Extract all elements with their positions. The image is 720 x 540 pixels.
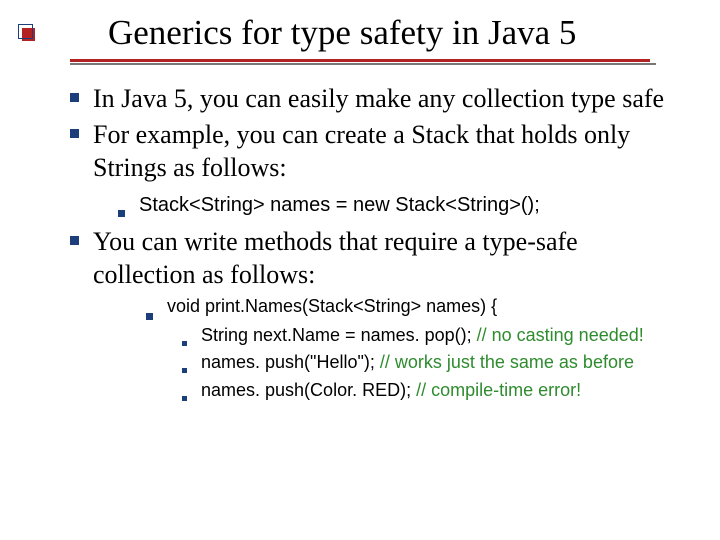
bullet-text: You can write methods that require a typ…: [93, 226, 680, 291]
code-comment: // works just the same as before: [380, 352, 634, 372]
code-text: void print.Names(Stack<String> names) {: [167, 295, 497, 318]
bullet-level1: For example, you can create a Stack that…: [70, 119, 680, 184]
code-text: Stack<String> names = new Stack<String>(…: [139, 192, 540, 218]
slide-title: Generics for type safety in Java 5: [108, 14, 690, 53]
code-text: names. push(Color. RED);: [201, 380, 416, 400]
code-line: String next.Name = names. pop(); // no c…: [201, 324, 644, 347]
code-line: names. push(Color. RED); // compile-time…: [201, 379, 581, 402]
square-bullet-icon: [182, 361, 187, 373]
code-comment: // no casting needed!: [477, 325, 644, 345]
code-text: names. push("Hello");: [201, 352, 380, 372]
bullet-level1: In Java 5, you can easily make any colle…: [70, 83, 680, 116]
code-line: names. push("Hello"); // works just the …: [201, 351, 634, 374]
slide-content: In Java 5, you can easily make any colle…: [70, 83, 680, 403]
square-bullet-icon: [146, 305, 153, 320]
square-bullet-icon: [182, 334, 187, 346]
corner-decoration: [18, 24, 36, 46]
slide: Generics for type safety in Java 5 In Ja…: [0, 0, 720, 540]
bullet-text: In Java 5, you can easily make any colle…: [93, 83, 664, 116]
bullet-text: For example, you can create a Stack that…: [93, 119, 680, 184]
bullet-level3: void print.Names(Stack<String> names) {: [146, 295, 680, 320]
bullet-level4: String next.Name = names. pop(); // no c…: [182, 324, 680, 347]
bullet-level4: names. push(Color. RED); // compile-time…: [182, 379, 680, 402]
title-underline: [70, 59, 650, 65]
bullet-level4: names. push("Hello"); // works just the …: [182, 351, 680, 374]
square-bullet-icon: [70, 93, 79, 102]
bullet-level1: You can write methods that require a typ…: [70, 226, 680, 291]
code-comment: // compile-time error!: [416, 380, 581, 400]
square-bullet-icon: [118, 202, 125, 217]
square-bullet-icon: [70, 236, 79, 245]
bullet-level2: Stack<String> names = new Stack<String>(…: [118, 192, 680, 218]
square-bullet-icon: [70, 129, 79, 138]
code-text: String next.Name = names. pop();: [201, 325, 477, 345]
square-bullet-icon: [182, 389, 187, 401]
